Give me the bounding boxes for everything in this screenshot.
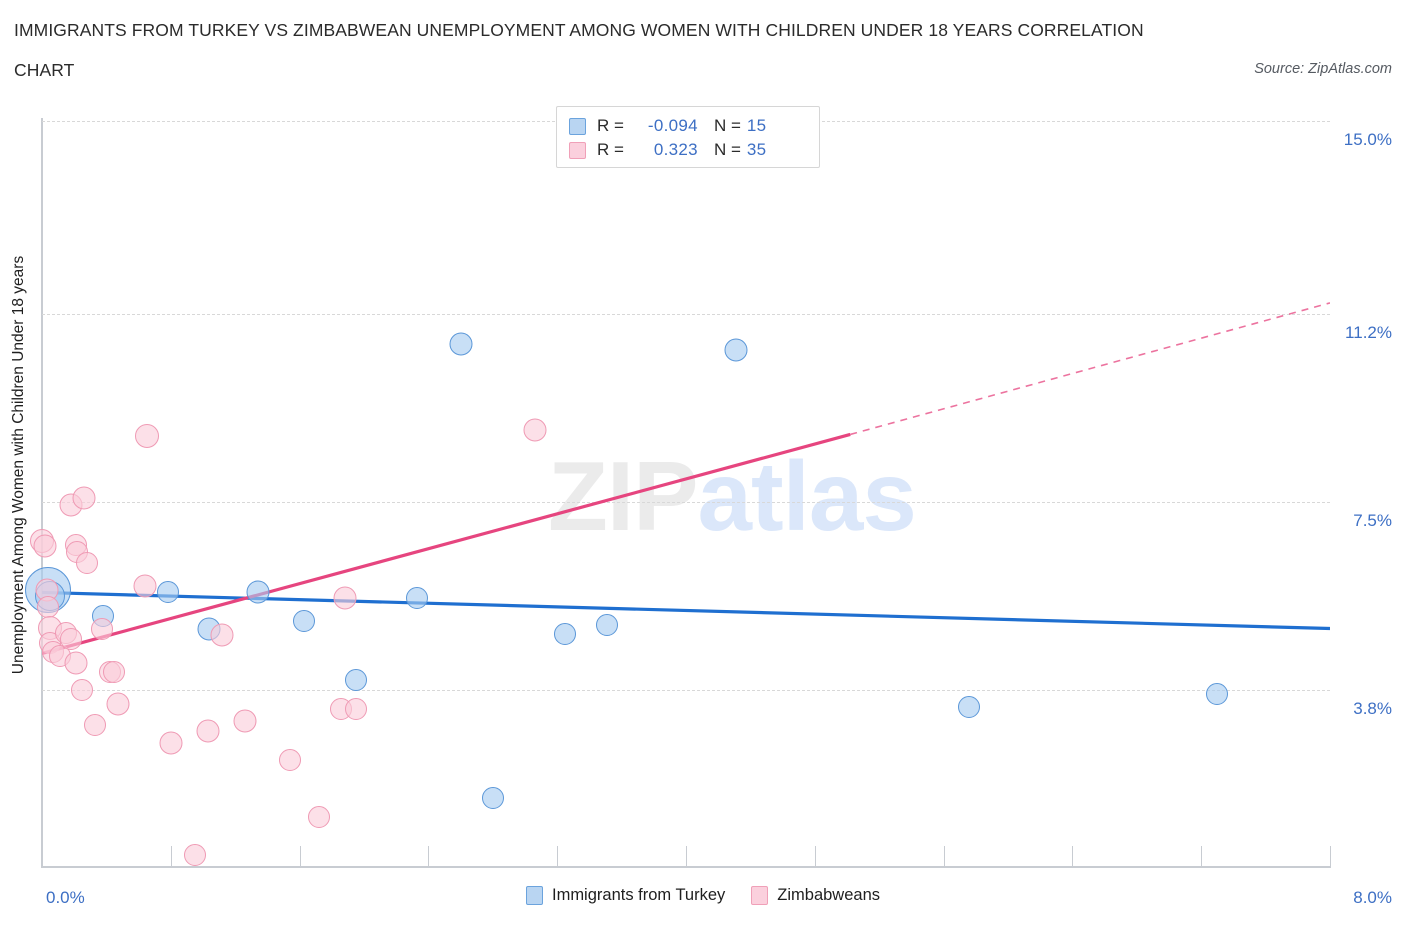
data-point-pink[interactable] xyxy=(71,679,94,701)
trendlines xyxy=(42,302,1330,655)
data-point-blue[interactable] xyxy=(406,587,429,610)
data-point-blue[interactable] xyxy=(554,623,577,646)
x-axis-tick xyxy=(170,846,172,866)
data-point-pink[interactable] xyxy=(106,692,130,716)
data-point-pink[interactable] xyxy=(183,844,206,867)
y-axis-title: Unemployment Among Women with Children U… xyxy=(10,255,27,675)
y-axis-tick-label: 15.0% xyxy=(1343,130,1392,149)
data-point-pink[interactable] xyxy=(344,697,367,720)
trendline-zimbabweans-extrapolated xyxy=(850,302,1330,436)
data-point-blue[interactable] xyxy=(344,669,367,692)
correlation-r-label-zimbabweans: R = xyxy=(597,140,624,159)
x-axis-tick xyxy=(299,846,301,866)
x-axis-tick xyxy=(1201,846,1203,866)
correlation-r-value-zimbabweans: 0.323 xyxy=(653,140,698,159)
data-point-blue[interactable] xyxy=(958,695,981,718)
page-title-line-2: CHART xyxy=(14,60,75,80)
data-point-blue[interactable] xyxy=(596,614,619,637)
legend-label-immigrants-from-turkey: Immigrants from Turkey xyxy=(551,886,726,904)
y-axis-tick-label: 3.8% xyxy=(1353,699,1392,718)
legend-swatch-zimbabweans xyxy=(751,886,769,905)
data-point-pink[interactable] xyxy=(84,714,107,737)
correlation-r-value-turkey: -0.094 xyxy=(647,116,698,135)
x-axis-tick xyxy=(943,846,945,866)
x-axis-line xyxy=(41,866,1331,868)
correlation-legend: R = -0.094 N = 15 R = 0.323 N = 35 xyxy=(556,106,820,168)
data-point-pink[interactable] xyxy=(90,618,113,641)
data-point-pink[interactable] xyxy=(233,709,257,733)
correlation-n-value-zimbabweans: 35 xyxy=(746,140,767,159)
data-point-pink[interactable] xyxy=(307,806,330,828)
x-axis-tick xyxy=(1330,846,1331,866)
data-point-pink[interactable] xyxy=(59,628,82,651)
correlation-row-zimbabweans: R = 0.323 N = 35 xyxy=(569,138,807,162)
data-point-pink[interactable] xyxy=(278,749,301,772)
trendline-zimbabweans xyxy=(42,432,851,655)
correlation-n-label-zimbabweans: N = xyxy=(713,140,741,159)
data-point-pink[interactable] xyxy=(64,651,88,675)
trendline-immigrants-from-turkey xyxy=(42,590,1330,631)
data-point-pink[interactable] xyxy=(76,551,99,574)
legend-label-zimbabweans: Zimbabweans xyxy=(777,886,880,904)
x-axis-tick xyxy=(428,846,430,866)
data-point-pink[interactable] xyxy=(523,418,547,442)
x-axis-tick xyxy=(42,846,43,866)
x-axis-tick xyxy=(814,846,816,866)
correlation-r-label-turkey: R = xyxy=(597,116,624,135)
legend-swatch-immigrants-from-turkey xyxy=(525,886,543,905)
y-axis-tick-label: 11.2% xyxy=(1345,323,1392,343)
legend-item-immigrants-from-turkey[interactable]: Immigrants from Turkey xyxy=(525,886,726,905)
x-axis-tick xyxy=(557,846,559,866)
correlation-row-turkey: R = -0.094 N = 15 xyxy=(569,114,807,138)
data-point-blue[interactable] xyxy=(449,332,473,356)
data-point-blue[interactable] xyxy=(1206,682,1229,705)
data-point-pink[interactable] xyxy=(72,486,96,510)
correlation-swatch-turkey xyxy=(569,117,586,135)
plot-area: ZIPatlas xyxy=(25,121,1330,867)
data-point-pink[interactable] xyxy=(196,719,220,743)
correlation-swatch-zimbabweans xyxy=(569,141,586,159)
source-attribution: Source: ZipAtlas.com xyxy=(1254,61,1392,77)
data-point-pink[interactable] xyxy=(134,423,159,448)
data-point-pink[interactable] xyxy=(33,534,57,558)
data-point-pink[interactable] xyxy=(103,661,126,684)
chart-page: IMMIGRANTS FROM TURKEY VS ZIMBABWEAN UNE… xyxy=(0,0,1406,930)
x-axis-tick xyxy=(1072,846,1074,866)
data-point-blue[interactable] xyxy=(246,580,270,604)
data-point-blue[interactable] xyxy=(156,580,179,603)
page-title-line-1: IMMIGRANTS FROM TURKEY VS ZIMBABWEAN UNE… xyxy=(14,20,1144,40)
data-point-pink[interactable] xyxy=(333,586,357,610)
series-legend: Immigrants from Turkey Zimbabweans xyxy=(0,886,1406,905)
correlation-n-value-turkey: 15 xyxy=(746,116,767,135)
data-point-pink[interactable] xyxy=(210,623,234,647)
correlation-n-label-turkey: N = xyxy=(713,116,741,135)
x-axis-tick xyxy=(686,846,687,866)
data-point-pink[interactable] xyxy=(133,574,157,598)
legend-item-zimbabweans[interactable]: Zimbabweans xyxy=(751,886,880,905)
data-point-blue[interactable] xyxy=(481,786,504,809)
data-point-pink[interactable] xyxy=(159,731,183,755)
y-axis-tick-label: 7.5% xyxy=(1353,511,1392,531)
data-point-blue[interactable] xyxy=(293,610,316,633)
data-point-blue[interactable] xyxy=(724,338,748,362)
